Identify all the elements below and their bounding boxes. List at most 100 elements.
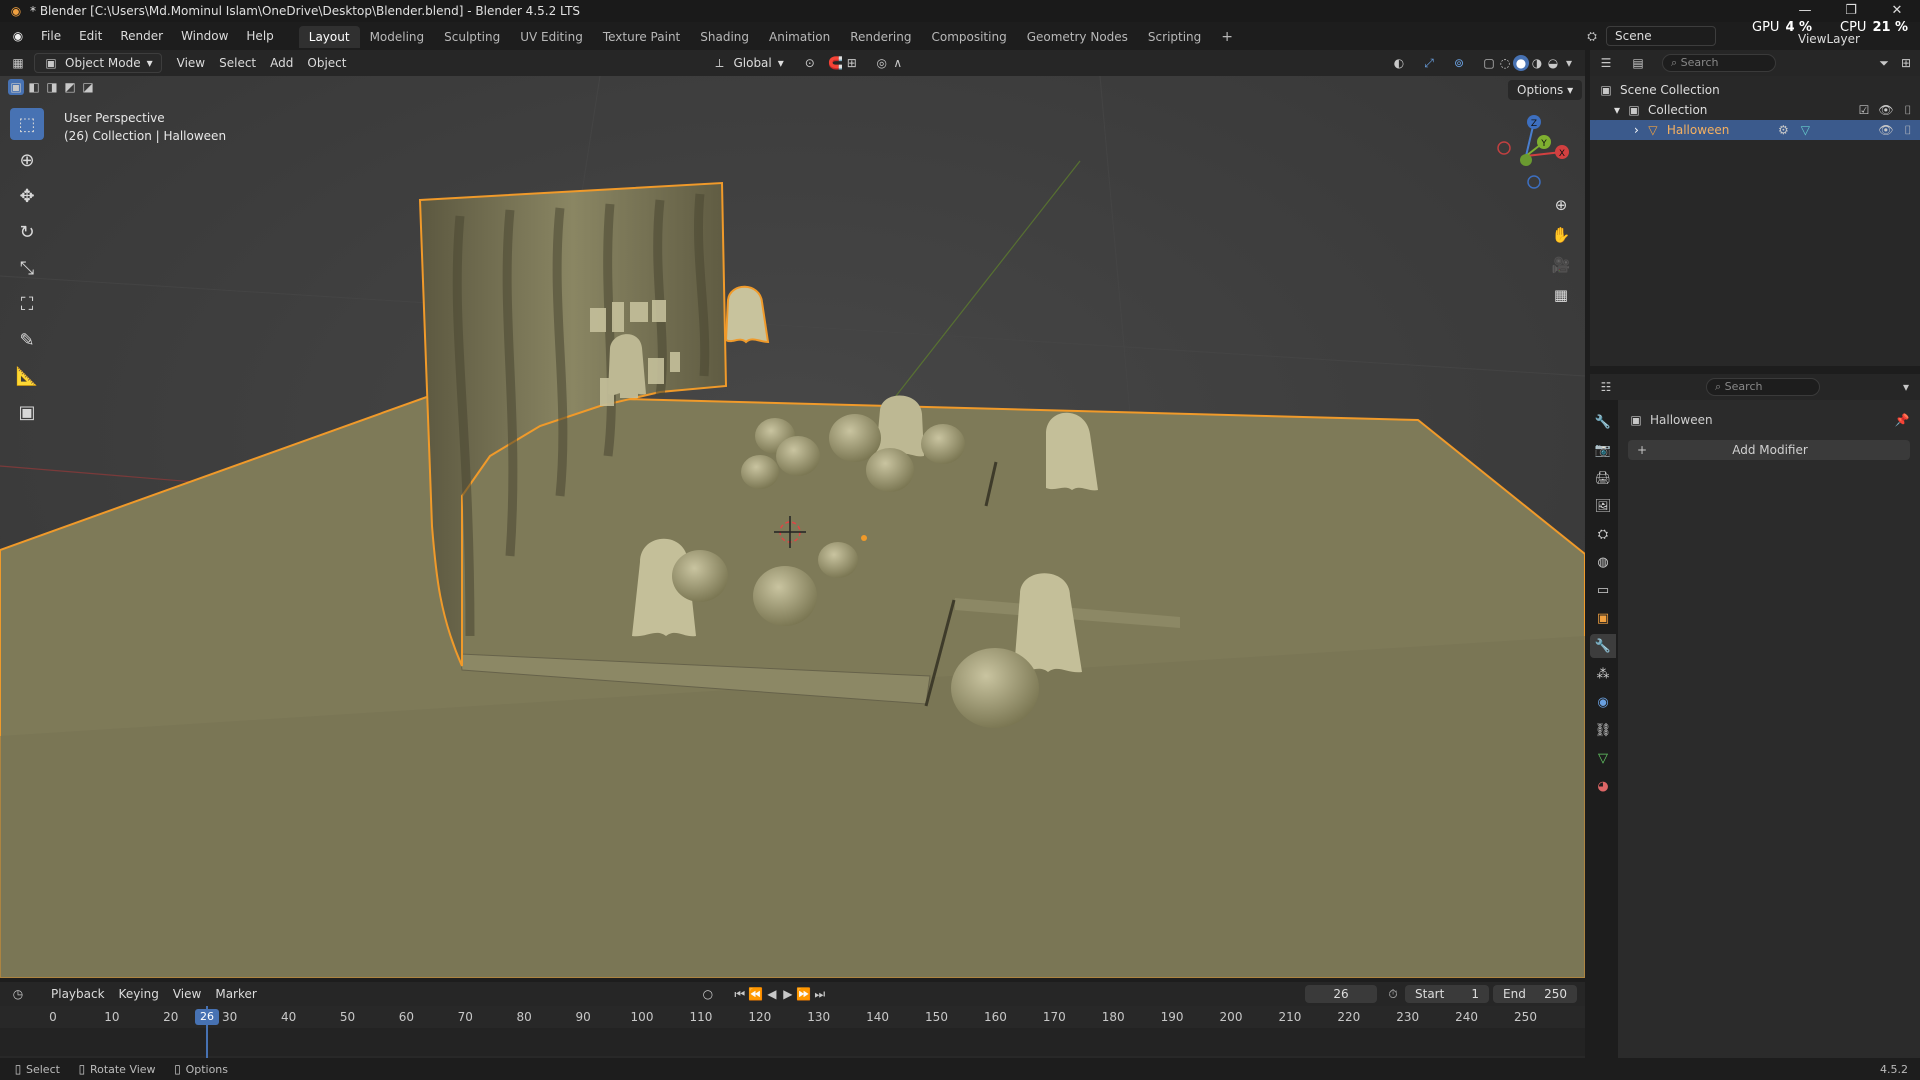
properties-editor-icon[interactable]: ☷ [1598, 379, 1614, 395]
output-tab-icon[interactable]: 🖨 [1590, 466, 1616, 490]
close-button[interactable]: ✕ [1874, 0, 1920, 22]
timeline[interactable]: 0 10 20 30 40 50 60 70 80 90 100 110 120 130 140 150 160… [0, 1006, 1585, 1058]
mode-dropdown[interactable]: ▣ Object Mode ▾ [34, 53, 162, 73]
tab-modeling[interactable]: Modeling [360, 26, 435, 48]
collection-tab-icon[interactable]: ▭ [1590, 578, 1616, 602]
outliner-row-scene-collection[interactable]: ▣ Scene Collection [1590, 80, 1920, 100]
select-box-tool[interactable]: ⬚ [10, 108, 44, 140]
display-mode-icon[interactable]: ▤ [1630, 55, 1646, 71]
add-workspace-button[interactable]: + [1211, 26, 1243, 48]
wireframe-shading-icon[interactable]: ◌ [1497, 55, 1513, 71]
tab-texture-paint[interactable]: Texture Paint [593, 26, 690, 48]
tab-uv-editing[interactable]: UV Editing [510, 26, 593, 48]
transform-tool[interactable]: ⛶ [10, 288, 44, 320]
render-tab-icon[interactable]: 📷 [1590, 438, 1616, 462]
world-tab-icon[interactable]: ◍ [1590, 550, 1616, 574]
chevron-right-icon[interactable]: › [1634, 120, 1639, 140]
end-frame-field[interactable]: End 250 [1493, 985, 1577, 1003]
annotate-tool[interactable]: ✎ [10, 324, 44, 356]
checkbox-icon[interactable]: ☑ [1856, 102, 1872, 118]
jump-start-icon[interactable]: ⏮ [732, 986, 748, 1002]
transform-orientation-dropdown[interactable]: ⟂ Global ▾ [703, 53, 791, 73]
menu-file[interactable]: File [32, 22, 70, 50]
rendered-shading-icon[interactable]: ◒ [1545, 55, 1561, 71]
menu-select[interactable]: Select [212, 53, 263, 73]
add-modifier-button[interactable]: + Add Modifier [1628, 440, 1910, 460]
pan-hand-icon[interactable]: ✋ [1546, 222, 1576, 248]
falloff-icon[interactable]: ∧ [890, 55, 906, 71]
cursor-tool[interactable]: ⊕ [10, 144, 44, 176]
navigation-gizmo[interactable]: Z X Y [1490, 112, 1570, 192]
minimize-button[interactable]: — [1782, 0, 1828, 22]
maximize-button[interactable]: ❐ [1828, 0, 1874, 22]
editor-type-icon[interactable]: ▦ [10, 55, 26, 71]
select-new-icon[interactable]: ▣ [8, 79, 24, 95]
scale-tool[interactable]: ⤡ [10, 252, 44, 284]
add-cube-tool[interactable]: ▣ [10, 396, 44, 428]
blender-menu-icon[interactable]: ◉ [10, 28, 26, 44]
menu-view[interactable]: View [170, 53, 212, 73]
scene-tab-icon[interactable]: ⛭ [1590, 522, 1616, 546]
measure-tool[interactable]: 📐 [10, 360, 44, 392]
jump-end-icon[interactable]: ⏭ [812, 986, 828, 1002]
current-frame-field[interactable]: 26 [1305, 985, 1377, 1003]
camera-icon[interactable]: ⌷ [1900, 102, 1916, 118]
select-subtract-icon[interactable]: ◨ [44, 79, 60, 95]
pin-icon[interactable]: 📌 [1894, 412, 1910, 428]
menu-add[interactable]: Add [263, 53, 300, 73]
snap-target-icon[interactable]: ⊞ [844, 55, 860, 71]
select-extend-icon[interactable]: ◧ [26, 79, 42, 95]
outliner-search-input[interactable]: ⌕ Search [1662, 54, 1776, 72]
new-collection-icon[interactable]: ⊞ [1898, 55, 1914, 71]
clock-icon[interactable]: ⏱ [1385, 986, 1401, 1002]
scene-field[interactable]: Scene [1606, 26, 1716, 46]
tab-compositing[interactable]: Compositing [921, 26, 1016, 48]
filter-icon[interactable]: ⏷ [1876, 55, 1892, 71]
camera-icon[interactable]: ⌷ [1900, 122, 1916, 138]
eye-icon[interactable]: 👁 [1878, 122, 1894, 138]
select-invert-icon[interactable]: ◩ [62, 79, 78, 95]
menu-playback[interactable]: Playback [44, 984, 112, 1004]
jump-keyframe-back-icon[interactable]: ⏪ [748, 986, 764, 1002]
eye-icon[interactable]: 👁 [1878, 102, 1894, 118]
tool-tab-icon[interactable]: 🔧 [1590, 410, 1616, 434]
snap-icon[interactable]: 🧲 [828, 55, 844, 71]
tab-animation[interactable]: Animation [759, 26, 840, 48]
play-reverse-icon[interactable]: ◀ [764, 986, 780, 1002]
menu-render[interactable]: Render [111, 22, 172, 50]
constraints-tab-icon[interactable]: ⛓ [1590, 718, 1616, 742]
tab-rendering[interactable]: Rendering [840, 26, 921, 48]
gizmo-toggle-icon[interactable]: ⤢ [1421, 55, 1437, 71]
pivot-icon[interactable]: ⊙ [802, 55, 818, 71]
timeline-editor-icon[interactable]: ◷ [10, 986, 26, 1002]
tab-sculpting[interactable]: Sculpting [434, 26, 510, 48]
menu-marker[interactable]: Marker [208, 984, 263, 1004]
view-layer-tab-icon[interactable]: 🖼 [1590, 494, 1616, 518]
zoom-icon[interactable]: ⊕ [1546, 192, 1576, 218]
menu-help[interactable]: Help [237, 22, 282, 50]
particles-tab-icon[interactable]: ⁂ [1590, 662, 1616, 686]
object-tab-icon[interactable]: ▣ [1590, 606, 1616, 630]
auto-keying-icon[interactable]: ○ [700, 986, 716, 1002]
menu-window[interactable]: Window [172, 22, 237, 50]
3d-viewport[interactable] [0, 76, 1585, 978]
ortho-grid-icon[interactable]: ▦ [1546, 282, 1576, 308]
camera-view-icon[interactable]: 🎥 [1546, 252, 1576, 278]
overlay-toggle-icon[interactable]: ⊚ [1451, 55, 1467, 71]
start-frame-field[interactable]: Start 1 [1405, 985, 1489, 1003]
material-tab-icon[interactable]: ◕ [1590, 774, 1616, 798]
play-icon[interactable]: ▶ [780, 986, 796, 1002]
material-shading-icon[interactable]: ◑ [1529, 55, 1545, 71]
chevron-down-icon[interactable]: ▾ [1614, 100, 1620, 120]
options-button[interactable]: Options ▾ [1508, 80, 1583, 100]
chevron-down-icon[interactable]: ▾ [1898, 379, 1914, 395]
menu-edit[interactable]: Edit [70, 22, 111, 50]
outliner-editor-icon[interactable]: ☰ [1598, 55, 1614, 71]
jump-keyframe-forward-icon[interactable]: ⏩ [796, 986, 812, 1002]
physics-tab-icon[interactable]: ◉ [1590, 690, 1616, 714]
tab-shading[interactable]: Shading [690, 26, 759, 48]
solid-shading-icon[interactable]: ● [1513, 55, 1529, 71]
menu-object[interactable]: Object [300, 53, 353, 73]
playhead-frame-label[interactable]: 26 [195, 1009, 219, 1025]
properties-search-input[interactable]: ⌕ Search [1706, 378, 1820, 396]
